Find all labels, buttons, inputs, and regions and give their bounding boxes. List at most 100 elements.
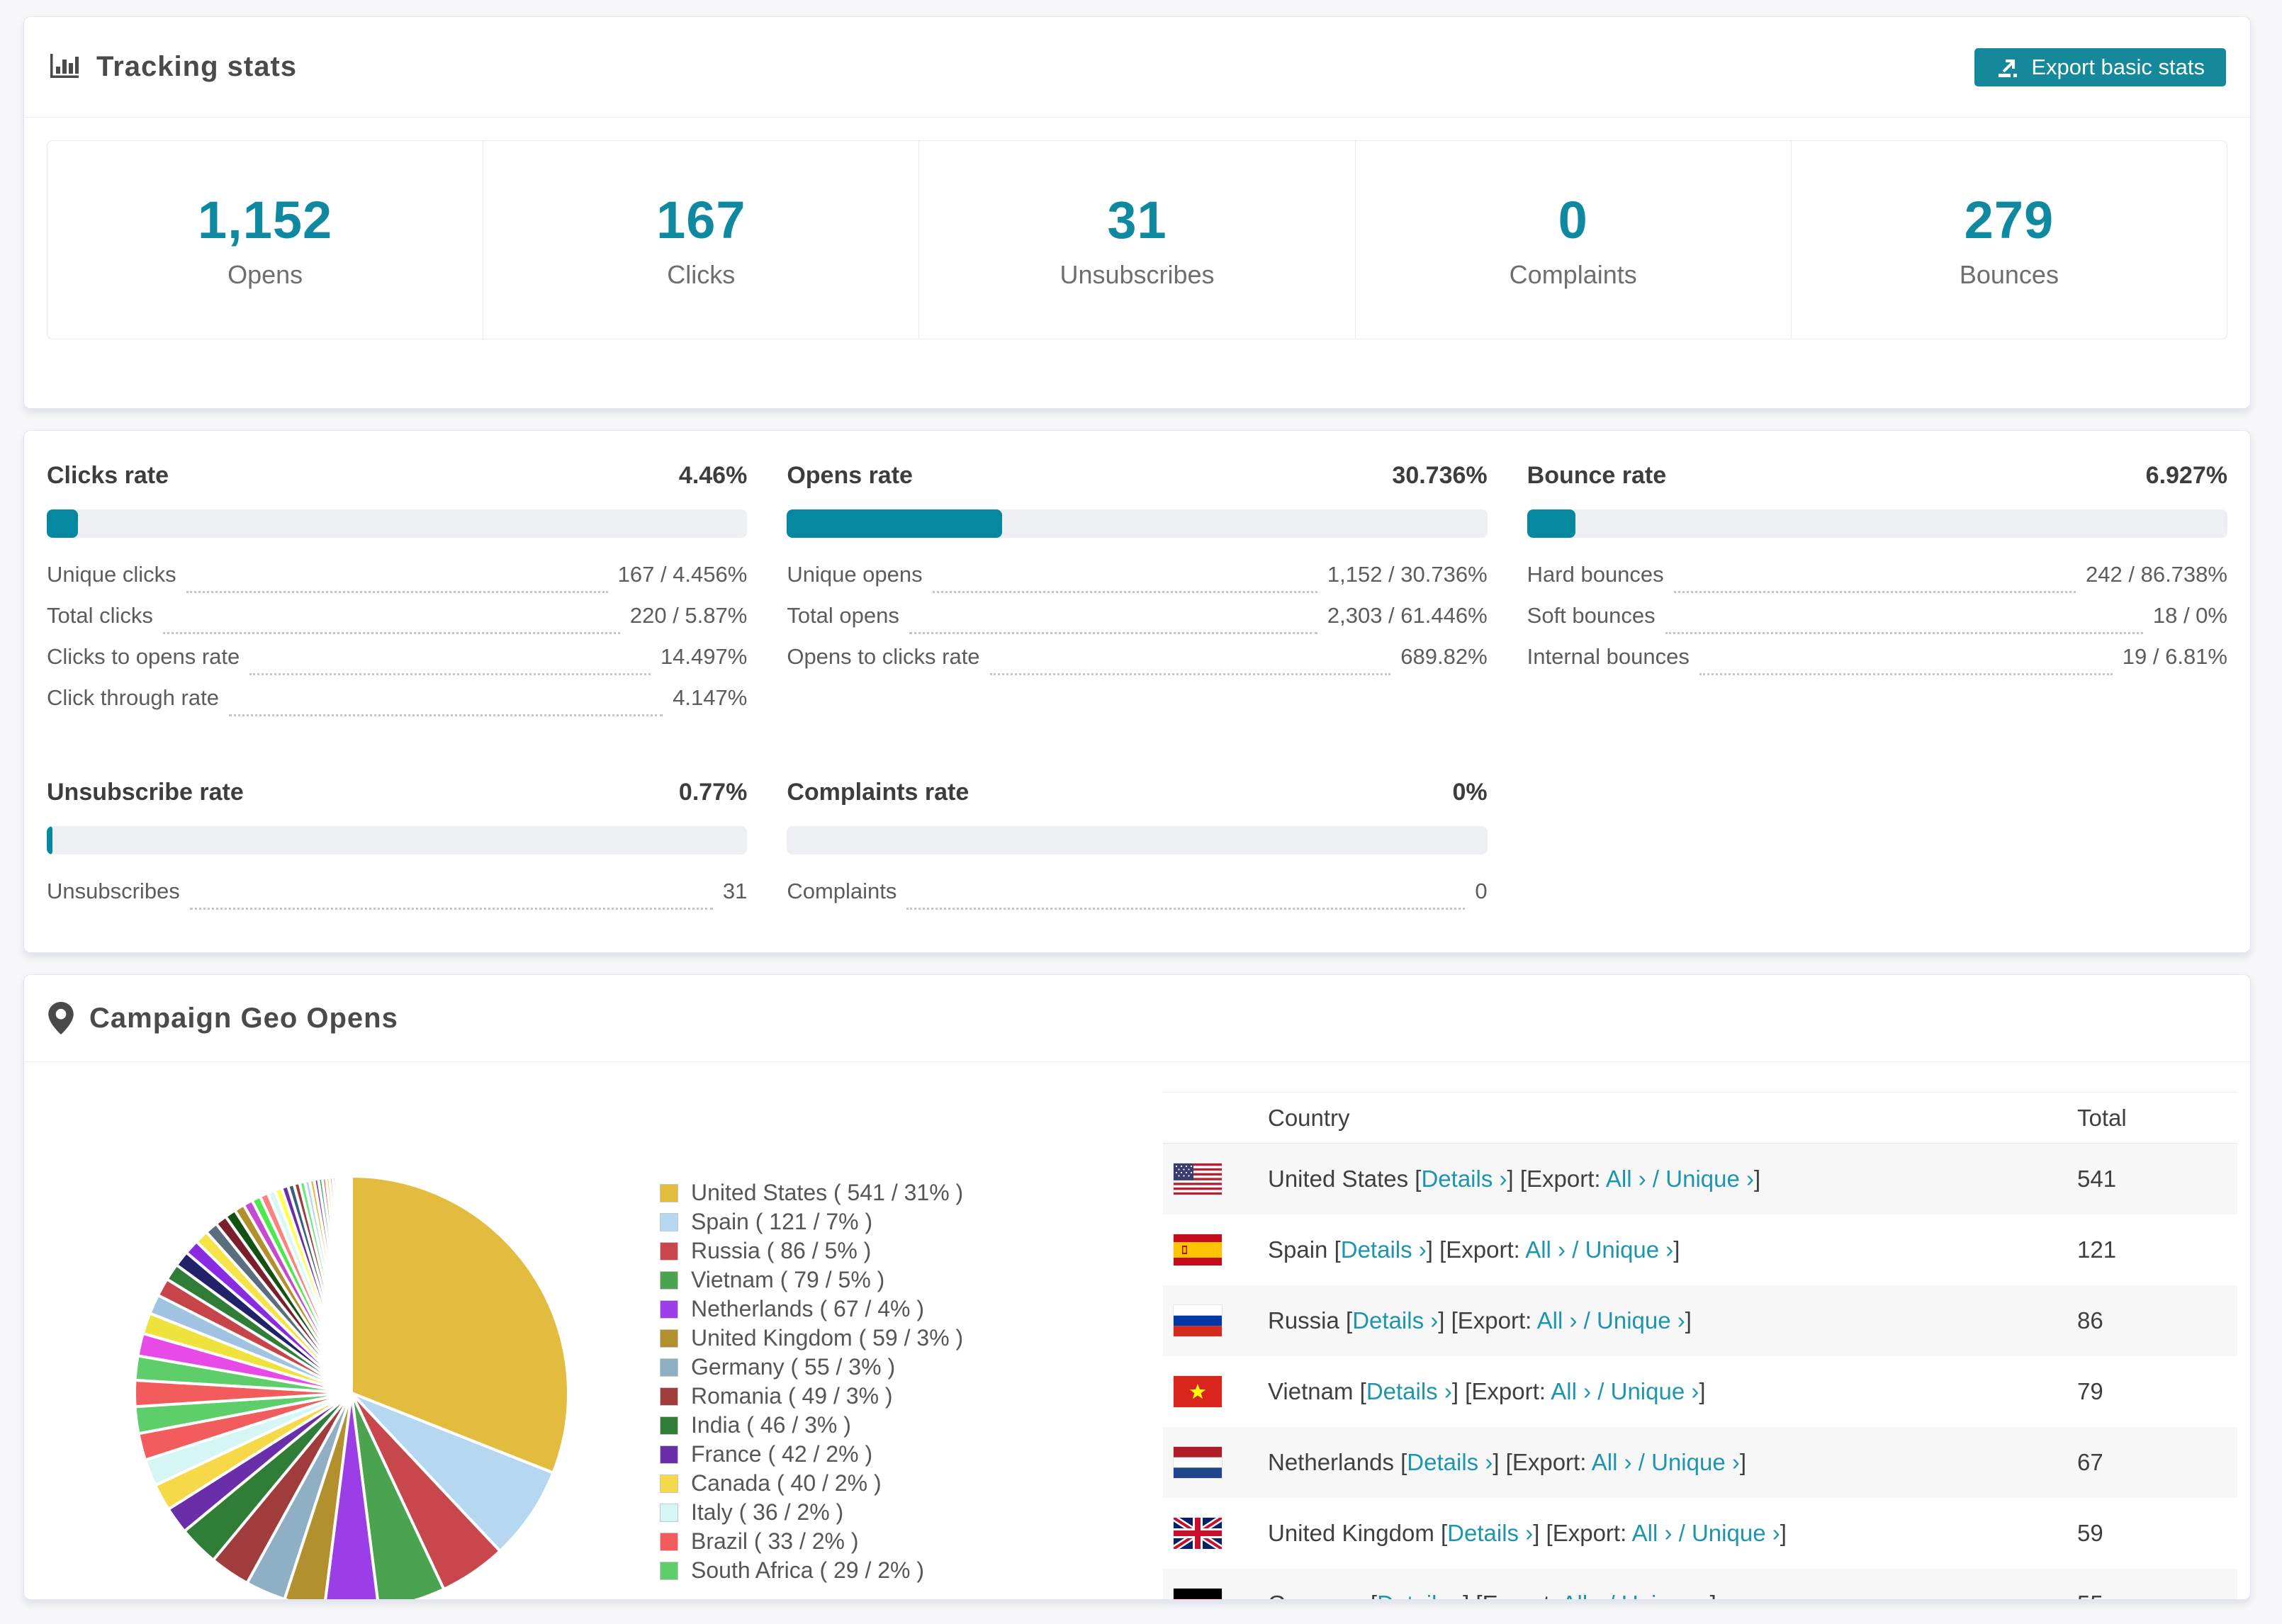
rate-title-row: Clicks rate 4.46% xyxy=(47,462,747,490)
dotted-leader xyxy=(189,908,713,910)
legend-item[interactable]: Spain ( 121 / 7% ) xyxy=(660,1207,963,1236)
stat-label: Complaints xyxy=(1509,260,1637,289)
dotted-leader xyxy=(1665,632,2143,634)
detail-row: Internal bounces 19 / 6.81% xyxy=(1527,644,2227,685)
geo-title-text: Campaign Geo Opens xyxy=(89,1002,398,1034)
pie-slice[interactable] xyxy=(348,1174,353,1394)
export-all-link[interactable]: All › xyxy=(1632,1520,1673,1546)
export-basic-stats-button[interactable]: Export basic stats xyxy=(1974,47,2226,86)
detail-label: Internal bounces xyxy=(1527,644,1690,669)
legend-item[interactable]: Brazil ( 33 / 2% ) xyxy=(660,1527,963,1556)
legend-item[interactable]: Russia ( 86 / 5% ) xyxy=(660,1236,963,1265)
flag-es-icon xyxy=(1174,1234,1222,1265)
legend-item[interactable]: France ( 42 / 2% ) xyxy=(660,1440,963,1469)
detail-row: Click through rate 4.147% xyxy=(47,685,747,726)
export-unique-link[interactable]: Unique › xyxy=(1585,1236,1674,1263)
export-separator: / xyxy=(1602,1591,1621,1599)
rate-section-bounce: Bounce rate 6.927% Hard bounces 242 / 86.73… xyxy=(1527,462,2227,726)
summary-stats-row: 1,152 Opens 167 Clicks 31 Unsubscribes 0 Compla… xyxy=(47,140,2227,339)
details-link[interactable]: Details › xyxy=(1377,1591,1463,1599)
rate-details: Unsubscribes 31 xyxy=(47,879,747,920)
detail-value: 4.147% xyxy=(673,685,748,710)
detail-label: Soft bounces xyxy=(1527,603,1656,628)
export-prefix: Export: xyxy=(1527,1166,1601,1192)
stat-label: Unsubscribes xyxy=(1060,260,1215,289)
country-name: Spain xyxy=(1268,1236,1328,1263)
geo-table-row: Spain [Details ›] [Export: All › / Uniqu… xyxy=(1163,1214,2237,1285)
export-prefix: Export: xyxy=(1483,1591,1557,1599)
geo-table-header: Country Total xyxy=(1163,1093,2237,1144)
rate-progress-track xyxy=(787,509,1488,538)
flag-vn-icon xyxy=(1174,1376,1222,1407)
detail-row: Hard bounces 242 / 86.738% xyxy=(1527,562,2227,603)
legend-item[interactable]: Netherlands ( 67 / 4% ) xyxy=(660,1295,963,1324)
legend-item[interactable]: United States ( 541 / 31% ) xyxy=(660,1178,963,1207)
rate-title: Unsubscribe rate xyxy=(47,779,244,806)
flag-de-icon xyxy=(1174,1589,1222,1599)
legend-item[interactable]: Italy ( 36 / 2% ) xyxy=(660,1498,963,1527)
rate-details: Unique clicks 167 / 4.456% Total clicks 220… xyxy=(47,562,747,726)
legend-item[interactable]: South Africa ( 29 / 2% ) xyxy=(660,1556,963,1585)
legend-item[interactable]: Canada ( 40 / 2% ) xyxy=(660,1469,963,1498)
legend-item[interactable]: Romania ( 49 / 3% ) xyxy=(660,1382,963,1411)
export-all-link[interactable]: All › xyxy=(1525,1236,1566,1263)
export-all-link[interactable]: All › xyxy=(1537,1307,1578,1333)
legend-swatch xyxy=(660,1445,678,1464)
legend-label: Spain ( 121 / 7% ) xyxy=(691,1209,873,1234)
legend-label: Netherlands ( 67 / 4% ) xyxy=(691,1296,925,1321)
legend-item[interactable]: United Kingdom ( 59 / 3% ) xyxy=(660,1324,963,1353)
export-separator: / xyxy=(1591,1378,1611,1404)
column-header-total: Total xyxy=(2077,1104,2127,1131)
export-unique-link[interactable]: Unique › xyxy=(1651,1449,1740,1475)
stat-cell-bounces: 279 Bounces xyxy=(1792,141,2227,339)
details-link[interactable]: Details › xyxy=(1341,1236,1427,1263)
rate-section-opens: Opens rate 30.736% Unique opens 1,152 / 30.… xyxy=(787,462,1488,726)
rate-progress-track xyxy=(787,826,1488,855)
rate-progress-fill xyxy=(1527,509,1576,538)
rate-title-row: Opens rate 30.736% xyxy=(787,462,1487,490)
export-all-link[interactable]: All › xyxy=(1551,1378,1591,1404)
export-unique-link[interactable]: Unique › xyxy=(1621,1591,1710,1599)
details-link[interactable]: Details › xyxy=(1352,1307,1438,1333)
country-name: Germany xyxy=(1268,1591,1364,1599)
legend-swatch xyxy=(660,1183,678,1202)
details-link[interactable]: Details › xyxy=(1421,1166,1507,1192)
stat-value: 0 xyxy=(1558,191,1588,249)
detail-label: Opens to clicks rate xyxy=(787,644,980,669)
legend-label: Vietnam ( 79 / 5% ) xyxy=(691,1267,885,1292)
flag-gb-icon xyxy=(1174,1518,1222,1549)
legend-item[interactable]: Vietnam ( 79 / 5% ) xyxy=(660,1265,963,1295)
legend-label: Romania ( 49 / 3% ) xyxy=(691,1383,893,1409)
detail-row: Complaints 0 xyxy=(787,879,1488,920)
export-icon xyxy=(1996,55,2020,79)
details-link[interactable]: Details › xyxy=(1366,1378,1452,1404)
export-unique-link[interactable]: Unique › xyxy=(1692,1520,1780,1546)
export-all-link[interactable]: All › xyxy=(1562,1591,1602,1599)
rate-title: Bounce rate xyxy=(1527,462,1667,489)
rate-value: 4.46% xyxy=(678,462,748,489)
stat-cell-clicks: 167 Clicks xyxy=(483,141,920,339)
details-link[interactable]: Details › xyxy=(1407,1449,1493,1475)
legend-item[interactable]: Germany ( 55 / 3% ) xyxy=(660,1353,963,1382)
detail-value: 1,152 / 30.736% xyxy=(1327,562,1488,587)
bar-chart-icon xyxy=(48,51,81,84)
geo-row-text: Russia [Details ›] [Export: All › / Uniq… xyxy=(1268,1307,1692,1333)
detail-value: 31 xyxy=(722,879,748,903)
legend-swatch xyxy=(660,1299,678,1319)
export-all-link[interactable]: All › xyxy=(1606,1166,1646,1192)
export-unique-link[interactable]: Unique › xyxy=(1597,1307,1685,1333)
detail-row: Clicks to opens rate 14.497% xyxy=(47,644,747,685)
legend-swatch xyxy=(660,1532,678,1551)
geo-table-row: Germany [Details ›] [Export: All › / Uni… xyxy=(1163,1569,2237,1599)
legend-item[interactable]: India ( 46 / 3% ) xyxy=(660,1411,963,1440)
export-all-link[interactable]: All › xyxy=(1592,1449,1632,1475)
legend-label: India ( 46 / 3% ) xyxy=(691,1412,851,1438)
detail-value: 19 / 6.81% xyxy=(2122,644,2227,669)
detail-value: 167 / 4.456% xyxy=(617,562,748,587)
details-link[interactable]: Details › xyxy=(1447,1520,1533,1546)
export-unique-link[interactable]: Unique › xyxy=(1665,1166,1754,1192)
geo-table-body: United States [Details ›] [Export: All ›… xyxy=(1163,1144,2237,1599)
geo-table-row: United States [Details ›] [Export: All ›… xyxy=(1163,1144,2237,1214)
detail-value: 689.82% xyxy=(1400,644,1488,669)
export-unique-link[interactable]: Unique › xyxy=(1611,1378,1699,1404)
